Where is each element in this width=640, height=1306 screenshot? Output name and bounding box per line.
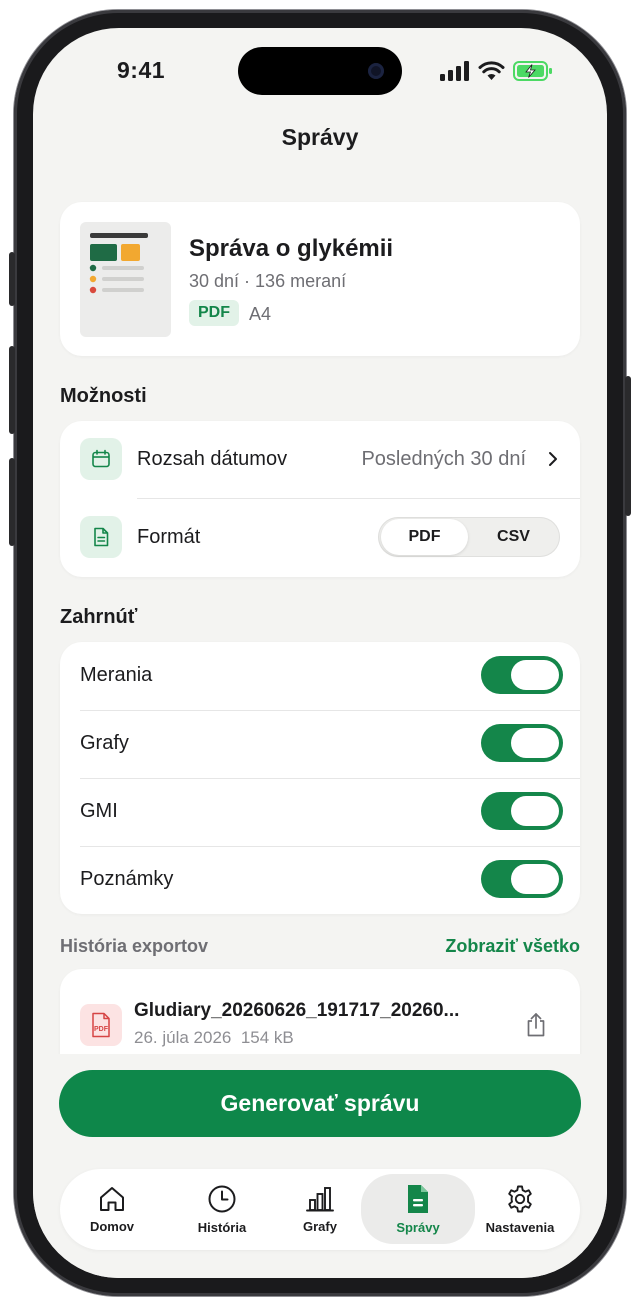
tab-charts[interactable]: Grafy (268, 1169, 372, 1250)
include-section-title: Zahrnúť (60, 606, 138, 628)
toggle-knob (511, 864, 559, 894)
tab-reports[interactable]: Správy (361, 1174, 475, 1244)
format-option-pdf[interactable]: PDF (381, 519, 468, 555)
export-file-meta: 26. júla 2026 154 kB (134, 1028, 294, 1048)
measurements-toggle[interactable] (481, 656, 563, 694)
date-range-row[interactable]: Rozsah dátumov Posledných 30 dní (60, 421, 580, 499)
format-badge: PDF (189, 300, 239, 326)
include-row-gmi: GMI (60, 778, 580, 846)
tab-home[interactable]: Domov (60, 1169, 164, 1250)
report-summary-card[interactable]: Správa o glykémii 30 dní · 136 meraní PD… (60, 202, 580, 356)
export-file-name[interactable]: Gludiary_20260626_191717_20260... (134, 1000, 484, 1022)
options-section-title: Možnosti (60, 385, 147, 407)
volume-up-button (9, 346, 15, 434)
page-title: Správy (281, 124, 359, 150)
power-button (625, 376, 631, 516)
toggle-knob (511, 660, 559, 690)
gmi-toggle[interactable] (481, 792, 563, 830)
tab-label: Nastavenia (485, 1220, 555, 1235)
include-label: Poznámky (80, 868, 174, 890)
paper-size: A4 (249, 304, 272, 324)
report-subtitle: 30 dní · 136 meraní (189, 271, 347, 291)
home-icon (100, 1187, 124, 1211)
tab-label: Grafy (303, 1219, 337, 1234)
format-label: Formát (137, 526, 201, 548)
date-range-value: Posledných 30 dní (361, 448, 526, 470)
charts-toggle[interactable] (481, 724, 563, 762)
include-card: Merania Grafy GMI Poznámky (60, 642, 580, 914)
toggle-knob (511, 728, 559, 758)
history-section-title: História exportov (60, 936, 209, 956)
cellular-signal-icon (440, 61, 469, 81)
tab-bar: Domov História Grafy Správy Nastavenia (60, 1169, 580, 1250)
tab-label: Domov (89, 1219, 135, 1234)
document-icon (408, 1184, 428, 1213)
pdf-file-icon: PDF (80, 1004, 122, 1046)
include-label: Grafy (80, 732, 129, 754)
battery-charging-icon (513, 61, 552, 81)
date-range-label: Rozsah dátumov (137, 448, 288, 470)
wifi-icon (478, 61, 505, 80)
status-icons (440, 61, 553, 81)
format-option-csv[interactable]: CSV (470, 519, 557, 555)
notes-toggle[interactable] (481, 860, 563, 898)
toggle-knob (511, 796, 559, 826)
format-segmented-control: PDF CSV (378, 517, 560, 557)
export-date: 26. júla 2026 (134, 1028, 232, 1047)
generate-report-button[interactable]: Generovať správu (59, 1070, 581, 1137)
tab-label: História (197, 1220, 247, 1235)
screen: 9:41 Správy Správa o glykémii 30 dní · 1… (33, 28, 607, 1278)
export-size: 154 kB (240, 1028, 294, 1047)
calendar-icon (80, 438, 122, 480)
tab-settings[interactable]: Nastavenia (468, 1169, 572, 1250)
document-icon (80, 516, 122, 558)
gear-icon (508, 1185, 532, 1213)
format-row: Formát PDF CSV (60, 499, 580, 577)
tab-history[interactable]: História (170, 1169, 274, 1250)
pdf-icon-text: PDF (94, 1026, 109, 1033)
share-icon[interactable] (525, 1012, 547, 1038)
include-row-charts: Grafy (60, 710, 580, 778)
camera-icon (368, 63, 384, 79)
options-card: Rozsah dátumov Posledných 30 dní Formát … (60, 421, 580, 577)
bar-chart-icon (306, 1187, 334, 1212)
include-label: Merania (80, 664, 153, 686)
status-time: 9:41 (117, 57, 166, 83)
report-thumbnail (80, 222, 171, 337)
dynamic-island (238, 47, 402, 95)
volume-down-button (9, 458, 15, 546)
action-button (9, 252, 15, 306)
report-title: Správa o glykémii (189, 235, 394, 262)
chevron-right-icon (549, 452, 557, 466)
show-all-link[interactable]: Zobraziť všetko (445, 936, 580, 957)
tab-label: Správy (396, 1219, 440, 1235)
include-row-measurements: Merania (60, 642, 580, 710)
clock-icon (208, 1185, 236, 1213)
include-label: GMI (80, 800, 118, 822)
include-row-notes: Poznámky (60, 846, 580, 914)
